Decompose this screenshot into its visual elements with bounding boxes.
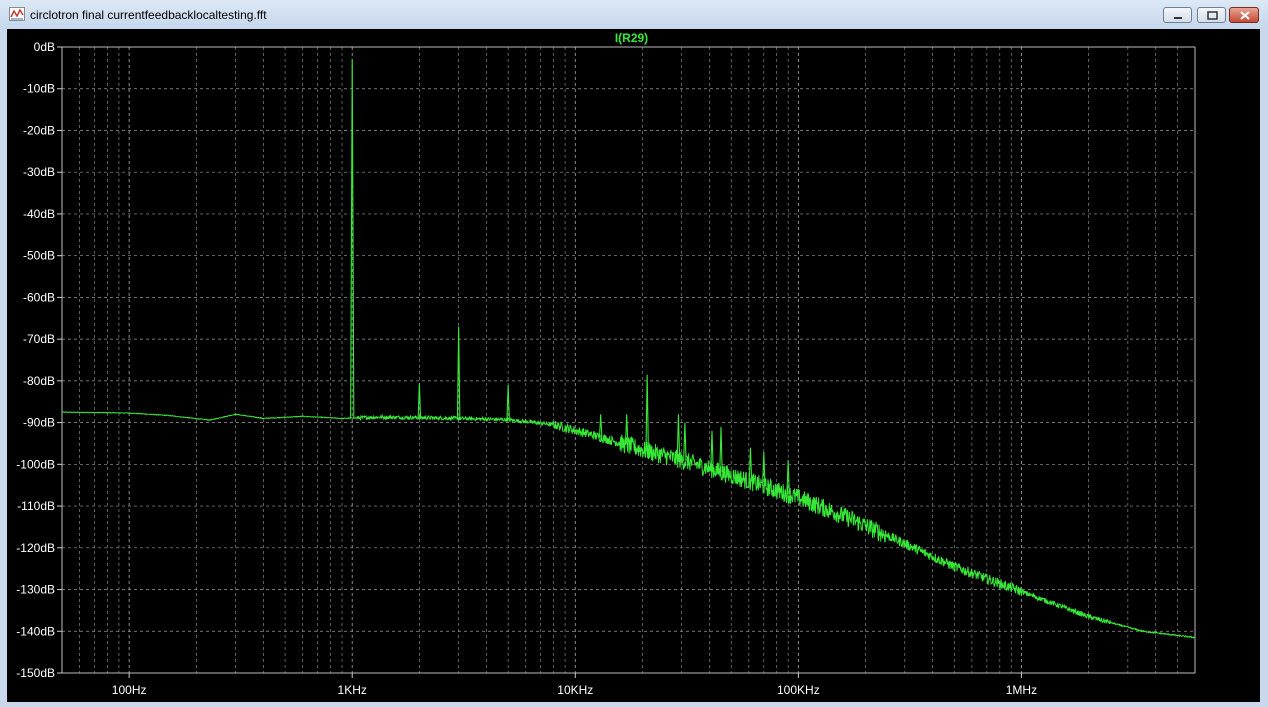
y-tick-label: -50dB	[23, 249, 55, 263]
maximize-button[interactable]	[1197, 7, 1226, 23]
maximize-icon	[1207, 11, 1218, 20]
y-tick-label: -90dB	[23, 416, 55, 430]
trace-name[interactable]: I(R29)	[615, 31, 648, 45]
y-tick-label: -140dB	[16, 624, 55, 638]
x-tick-label: 10KHz	[557, 683, 593, 697]
fft-plot[interactable]: I(R29) 0dB -10dB -20dB -30dB -40dB -50dB -60dB…	[7, 29, 1260, 702]
y-tick-label: -150dB	[16, 666, 55, 680]
trace-line[interactable]	[61, 411, 1196, 639]
grid	[61, 46, 1196, 674]
y-tick-label: -120dB	[16, 541, 55, 555]
y-tick-label: -70dB	[23, 332, 55, 346]
harmonic-spike[interactable]	[719, 426, 723, 473]
minimize-button[interactable]	[1163, 7, 1192, 23]
close-button[interactable]	[1229, 7, 1259, 23]
y-tick-label: -40dB	[23, 207, 55, 221]
x-tick-label: 100Hz	[112, 683, 147, 697]
minimize-icon	[1174, 17, 1182, 19]
y-tick-label: -80dB	[23, 374, 55, 388]
title-bar[interactable]: circlotron final currentfeedbacklocaltes…	[0, 0, 1268, 30]
x-tick-label: 1MHz	[1006, 683, 1037, 697]
y-axis: 0dB -10dB -20dB -30dB -40dB -50dB -60dB -70dB -8…	[16, 40, 62, 680]
y-tick-label: -30dB	[23, 165, 55, 179]
x-tick-label: 1KHz	[338, 683, 367, 697]
close-icon	[1240, 11, 1250, 20]
waveform-icon	[9, 7, 25, 21]
harmonic-spike[interactable]	[683, 422, 687, 462]
y-tick-label: -110dB	[17, 499, 55, 513]
window-title: circlotron final currentfeedbacklocaltes…	[30, 8, 267, 22]
harmonic-spike[interactable]	[645, 374, 649, 452]
harmonic-spike[interactable]	[598, 414, 603, 438]
plot-border	[61, 46, 1196, 674]
x-tick-label: 100KHz	[777, 683, 820, 697]
y-tick-label: -100dB	[16, 457, 55, 471]
y-tick-label: -10dB	[23, 82, 55, 96]
harmonic-spike[interactable]	[710, 430, 714, 470]
y-tick-label: -130dB	[16, 583, 55, 597]
y-tick-label: -60dB	[23, 290, 55, 304]
harmonic-spike[interactable]	[748, 447, 753, 482]
harmonic-spike[interactable]	[676, 414, 681, 460]
x-axis: 100Hz 1KHz 10KHz 100KHz 1MHz	[112, 673, 1037, 697]
plot-area[interactable]: I(R29) 0dB -10dB -20dB -30dB -40dB -50dB -60dB…	[7, 29, 1260, 702]
harmonic-spike[interactable]	[350, 59, 355, 419]
harmonic-spike[interactable]	[417, 382, 422, 418]
y-tick-label: 0dB	[34, 40, 55, 54]
y-tick-label: -20dB	[23, 123, 55, 137]
